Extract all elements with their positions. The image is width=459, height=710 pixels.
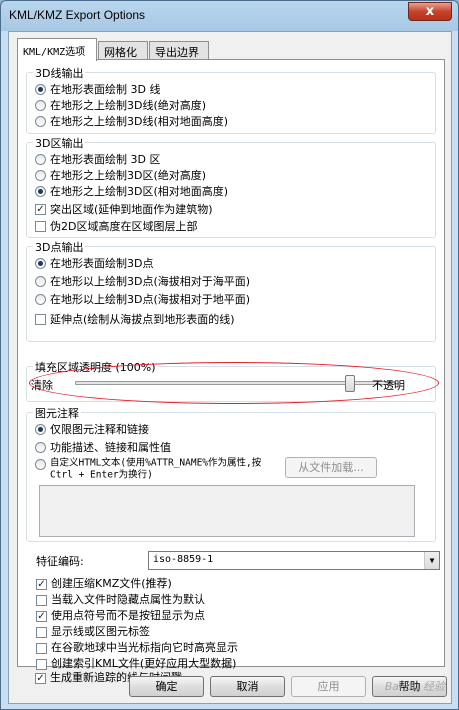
checkbox-icon[interactable] [36,642,47,654]
check-hide-point-attributes[interactable]: 当载入文件时隐藏点属性为默认 [36,591,205,607]
option-label: 功能描述、链接和属性值 [50,441,171,454]
tab-gridding[interactable]: 网格化 [98,41,148,60]
option-label: 在地形表面绘制 3D 区 [50,153,161,166]
checkbox-icon[interactable] [36,594,47,606]
checkmark-icon[interactable]: ✓ [35,203,46,215]
apply-button[interactable]: 应用 [291,676,366,697]
line3d-legend: 3D线输出 [33,65,86,81]
checkbox-icon[interactable] [35,313,46,325]
radio-icon[interactable] [35,459,46,470]
radio-icon[interactable] [35,153,46,165]
option-label: 延伸点(绘制从海拔点到地形表面的线) [50,313,235,326]
tab-export-boundary[interactable]: 导出边界 [149,41,209,60]
radio-icon[interactable] [35,185,46,197]
line3d-option-absolute[interactable]: 在地形之上绘制3D线(绝对高度) [35,97,206,113]
radio-icon[interactable] [35,169,46,181]
area3d-legend: 3D区输出 [33,135,86,151]
kml-options-panel: 3D线输出 在地形表面绘制 3D 线 在地形之上绘制3D线(绝对高度) 在地形之… [17,59,445,670]
point3d-option-surface[interactable]: 在地形表面绘制3D点 [35,255,153,271]
watermark: Bai du 经验 [384,680,445,693]
option-label: 在地形以上绘制3D点(海拔相对于海平面) [50,275,251,288]
area3d-option-surface[interactable]: 在地形表面绘制 3D 区 [35,151,160,167]
annotation-option-description[interactable]: 功能描述、链接和属性值 [35,439,171,455]
slider-min-label: 清除 [31,379,53,392]
custom-html-textarea[interactable] [39,485,415,537]
option-label: 在地形之上绘制3D线(相对地面高度) [50,115,229,128]
extend-point-checkbox[interactable]: 延伸点(绘制从海拔点到地形表面的线) [35,311,235,327]
annotation-option-only[interactable]: 仅限图元注释和链接 [35,421,149,437]
radio-icon[interactable] [35,441,46,453]
option-label: 伪2D区域高度在区域图层上部 [50,220,198,233]
option-label: 显示线或区图元标签 [51,625,150,638]
dialog-client: KML/KMZ选项 网格化 导出边界 3D线输出 在地形表面绘制 3D 线 在地… [8,31,452,704]
option-label: 在地形以上绘制3D点(海拔相对于地平面) [50,293,251,306]
encoding-select[interactable]: iso-8859-1 ▼ [148,551,440,570]
export-options-window: KML/KMZ Export Options x KML/KMZ选项 网格化 导… [0,0,459,710]
radio-icon[interactable] [35,115,46,127]
annotation-legend: 图元注释 [33,405,81,421]
option-label: 在地形之上绘制3D线(绝对高度) [50,99,207,112]
area3d-group: 3D区输出 在地形表面绘制 3D 区 在地形之上绘制3D区(绝对高度) 在地形之… [26,135,436,238]
annotation-group: 图元注释 仅限图元注释和链接 功能描述、链接和属性值 自定义HTML文本(使用%… [26,405,436,542]
load-from-file-button[interactable]: 从文件加载... [285,457,377,478]
option-label: 在地形之上绘制3D区(绝对高度) [50,169,207,182]
point3d-option-ground-level[interactable]: 在地形以上绘制3D点(海拔相对于地平面) [35,291,250,307]
area3d-option-relative[interactable]: 在地形之上绘制3D区(相对地面高度) [35,183,228,199]
pseudo2d-checkbox[interactable]: 伪2D区域高度在区域图层上部 [35,218,197,234]
point3d-option-sea-level[interactable]: 在地形以上绘制3D点(海拔相对于海平面) [35,273,250,289]
area3d-option-absolute[interactable]: 在地形之上绘制3D区(绝对高度) [35,167,206,183]
check-show-labels[interactable]: 显示线或区图元标签 [36,623,150,639]
radio-icon[interactable] [35,99,46,111]
checkbox-icon[interactable] [35,220,46,232]
radio-icon[interactable] [35,257,46,269]
option-label: 在地形表面绘制 3D 线 [50,83,161,96]
fill-transparency-group: 填充区域透明度 (100%) 清除 不透明 [26,359,436,402]
checkmark-icon[interactable]: ✓ [36,578,47,590]
option-label: 在地形表面绘制3D点 [50,257,154,270]
check-highlight-on-hover[interactable]: 在谷歌地球中当光标指向它时高亮显示 [36,639,238,655]
close-button[interactable]: x [408,2,452,21]
tab-kml-kmz-options[interactable]: KML/KMZ选项 [17,38,97,61]
line3d-option-surface[interactable]: 在地形表面绘制 3D 线 [35,81,160,97]
option-label: 仅限图元注释和链接 [50,423,149,436]
radio-icon[interactable] [35,83,46,95]
cancel-button[interactable]: 取消 [210,676,285,697]
fill-legend: 填充区域透明度 (100%) [33,359,158,375]
dialog-buttons: 确定 取消 应用 帮助 Bai du 经验 [9,672,453,702]
annotation-option-custom-html[interactable]: 自定义HTML文本(使用%ATTR_NAME%作为属性,按Ctrl + Ente… [35,457,275,480]
chevron-down-icon[interactable]: ▼ [424,552,439,569]
slider-max-label: 不透明 [372,379,405,392]
check-use-point-symbols[interactable]: ✓ 使用点符号而不是按钮显示为点 [36,607,205,623]
radio-icon[interactable] [35,293,46,305]
extrude-checkbox[interactable]: ✓ 突出区域(延伸到地面作为建筑物) [35,201,213,217]
window-title: KML/KMZ Export Options [9,8,146,22]
option-label: 在谷歌地球中当光标指向它时高亮显示 [51,641,238,654]
encoding-label: 特征编码: [36,555,84,568]
line3d-group: 3D线输出 在地形表面绘制 3D 线 在地形之上绘制3D线(绝对高度) 在地形之… [26,65,436,134]
point3d-group: 3D点输出 在地形表面绘制3D点 在地形以上绘制3D点(海拔相对于海平面) 在地… [26,239,436,342]
transparency-slider-thumb[interactable] [345,375,355,392]
line3d-option-relative[interactable]: 在地形之上绘制3D线(相对地面高度) [35,113,228,129]
point3d-legend: 3D点输出 [33,239,86,255]
title-bar[interactable]: KML/KMZ Export Options x [1,1,458,31]
option-label: 自定义HTML文本(使用%ATTR_NAME%作为属性,按Ctrl + Ente… [50,457,262,480]
encoding-value: iso-8859-1 [153,554,214,565]
checkbox-icon[interactable] [36,658,47,670]
ok-button[interactable]: 确定 [129,676,204,697]
option-label: 在地形之上绘制3D区(相对地面高度) [50,185,229,198]
option-label: 突出区域(延伸到地面作为建筑物) [50,203,213,216]
check-create-kmz[interactable]: ✓ 创建压缩KMZ文件(推荐) [36,575,172,591]
option-label: 使用点符号而不是按钮显示为点 [51,609,205,622]
option-label: 创建压缩KMZ文件(推荐) [51,577,172,590]
option-label: 当载入文件时隐藏点属性为默认 [51,593,205,606]
checkbox-icon[interactable] [36,626,47,638]
radio-icon[interactable] [35,275,46,287]
radio-icon[interactable] [35,423,46,435]
checkmark-icon[interactable]: ✓ [36,610,47,622]
